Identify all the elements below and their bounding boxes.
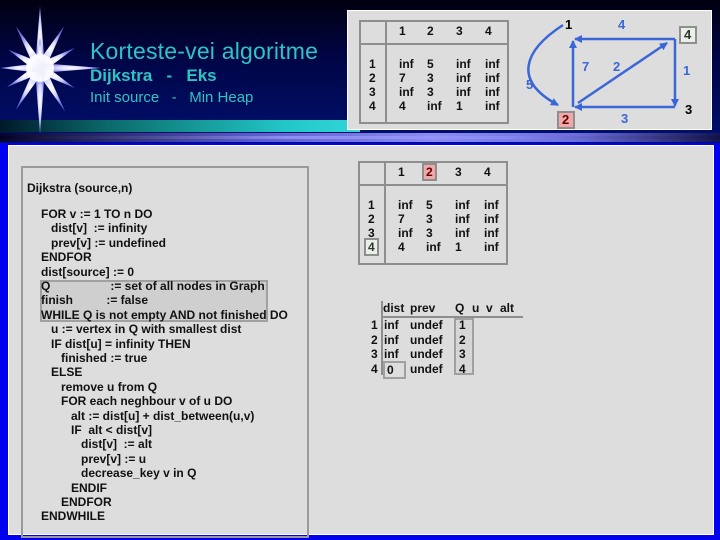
graph-edge-weight: 4 <box>618 17 626 32</box>
code-line: decrease_key v in Q <box>41 466 197 481</box>
code-line: ENDFOR <box>41 495 112 509</box>
matrix-cell: 4 <box>398 240 405 254</box>
matrix-column-header: 2 <box>422 163 437 181</box>
matrix-cell: inf <box>426 240 441 254</box>
state-table-prev: undef <box>410 361 443 376</box>
graph-node-2: 2 <box>562 112 569 127</box>
graph-node-3: 3 <box>685 102 692 117</box>
graph-edge-weight: 7 <box>582 59 589 74</box>
matrix-cell: 3 <box>426 212 433 226</box>
graph-edge-weight: 2 <box>613 59 620 74</box>
code-line: dist[v] := alt <box>41 437 153 452</box>
matrix-row-header: 4 <box>364 238 379 256</box>
state-table-node: 4 <box>371 361 378 376</box>
star-core <box>26 54 54 82</box>
graph-edge-2-4 <box>577 41 668 105</box>
state-table-node: 3 <box>371 347 378 361</box>
matrix-cell: inf <box>398 198 413 212</box>
matrix-cell: inf <box>455 226 470 240</box>
state-table-node: 1 <box>371 318 378 332</box>
matrix-cell: 3 <box>426 226 433 240</box>
state-table-q: 4 <box>459 361 466 376</box>
graph-node-1: 1 <box>565 17 572 32</box>
state-table-q: 2 <box>459 332 466 347</box>
code-line: remove u from Q <box>41 379 158 394</box>
code-line: prev[v] := undefined <box>41 235 167 250</box>
matrix-cell: inf <box>455 212 470 226</box>
state-table-header-alt: alt <box>500 301 515 315</box>
code-line: FOR each neghbour v of u DO <box>41 394 233 409</box>
matrix-cell: inf <box>484 212 499 226</box>
page-title: Korteste-vei algoritme <box>90 38 319 64</box>
graph-node-4: 4 <box>684 27 692 42</box>
state-table-q: 3 <box>459 347 466 361</box>
state-table-header-prev: prev <box>410 301 436 315</box>
matrix-cell: inf <box>398 226 413 240</box>
code-line: FOR v := 1 TO n DO <box>41 207 153 221</box>
state-table-header-dist: dist <box>383 301 405 315</box>
state-table-dist: 0 <box>383 360 406 379</box>
matrix-column-header: 4 <box>484 165 491 179</box>
matrix-column-header: 1 <box>398 165 405 179</box>
matrix-divider-horizontal <box>360 184 506 186</box>
code-line: u := vertex in Q with smallest dist <box>41 322 242 337</box>
code-line: finished := true <box>41 351 148 365</box>
matrix-cell: inf <box>484 226 499 240</box>
matrix-cell: 5 <box>426 198 433 212</box>
code-line: ENDWHILE <box>41 509 105 524</box>
matrix-cell: inf <box>455 198 470 212</box>
code-line: alt := dist[u] + dist_between(u,v) <box>41 408 255 423</box>
state-table-header-u: u <box>472 301 480 315</box>
top-panel: 1 2 3 4 1 2 3 4 inf 5 inf inf 7 3 inf inf inf 3 inf inf 4 inf… <box>347 10 712 130</box>
state-table-header-v: v <box>486 301 493 315</box>
state-table-prev: undef <box>410 318 443 332</box>
main-panel: Dijkstra (source,n) FOR v := 1 TO n DO di… <box>8 145 714 538</box>
graph-edge-1-2 <box>527 23 564 107</box>
matrix-row-header: 2 <box>368 212 375 226</box>
state-table-prev: undef <box>410 347 443 361</box>
state-table-header-rule <box>381 316 523 318</box>
code-line: prev[v] := u <box>41 451 147 466</box>
state-table-dist: inf <box>384 332 399 347</box>
matrix-column-header: 3 <box>455 165 462 179</box>
state-table-prev: undef <box>410 332 443 347</box>
state-table-dist: inf <box>384 347 399 361</box>
code-line: WHILE Q is not empty AND not finished DO <box>41 307 288 322</box>
graph-edge-weight: 3 <box>621 111 628 126</box>
code-line: dist[source] := 0 <box>41 264 135 279</box>
code-line: dist[v] := infinity <box>41 221 148 236</box>
code-line: ELSE <box>41 365 83 380</box>
matrix-row-header: 1 <box>368 198 375 212</box>
matrix-cell: 7 <box>398 212 405 226</box>
code-line: IF alt < dist[v] <box>41 423 153 437</box>
state-table: dist prev Qu v alt 1 inf undef 1 2 inf undef 2 3 inf un… <box>359 301 559 391</box>
adjacency-matrix-bottom: 1 2 3 4 1 2 3 4 inf 5 inf inf 7 3 inf inf inf 3 inf inf 4 inf… <box>358 161 508 265</box>
matrix-cell: 1 <box>455 240 462 254</box>
state-table-header-q: Q <box>455 301 465 315</box>
pseudocode-box: Dijkstra (source,n) FOR v := 1 TO n DO di… <box>21 166 309 538</box>
code-line: ENDIF <box>41 480 108 495</box>
state-table-dist: inf <box>384 318 399 332</box>
page-subtitle-secondary: Init source - Min Heap <box>90 89 254 106</box>
graph-edge-weight: 1 <box>683 63 690 78</box>
code-line: Dijkstra (source,n) <box>27 181 133 195</box>
graph-edge-weight: 5 <box>526 77 533 92</box>
matrix-cell: inf <box>484 240 499 254</box>
matrix-cell: inf <box>484 198 499 212</box>
code-line: IF dist[u] = infinity THEN <box>41 336 191 351</box>
header-divider-stripe <box>0 133 720 142</box>
matrix-divider-vertical <box>384 163 386 263</box>
code-line: ENDFOR <box>41 250 92 265</box>
code-line: Q := set of all nodes in Graph <box>41 279 265 293</box>
code-line: finish := false <box>41 293 149 308</box>
star-burst-icon <box>0 6 100 134</box>
state-table-node: 2 <box>371 332 378 347</box>
state-table-q: 1 <box>459 318 466 332</box>
page-subtitle: Dijkstra - Eks <box>90 66 217 85</box>
graph-diagram: 5 7 4 2 1 3 1 2 3 4 <box>526 17 697 129</box>
